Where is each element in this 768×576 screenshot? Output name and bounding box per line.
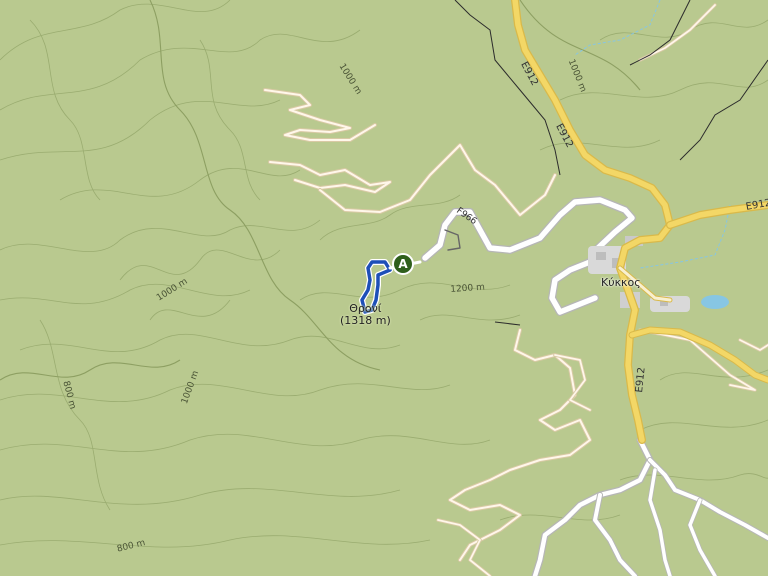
- map-canvas[interactable]: [0, 0, 768, 576]
- place-label-kykkos[interactable]: Κύκκος: [601, 276, 641, 289]
- map-view[interactable]: 1000 m 1000 m 1000 m 1000 m 800 m 800 m …: [0, 0, 768, 576]
- marker-label: A: [398, 257, 408, 271]
- reservoir: [701, 295, 729, 309]
- route-start-marker[interactable]: A: [392, 253, 414, 275]
- peak-label[interactable]: Θρονί (1318 m): [340, 303, 391, 327]
- peak-elevation: (1318 m): [340, 314, 391, 327]
